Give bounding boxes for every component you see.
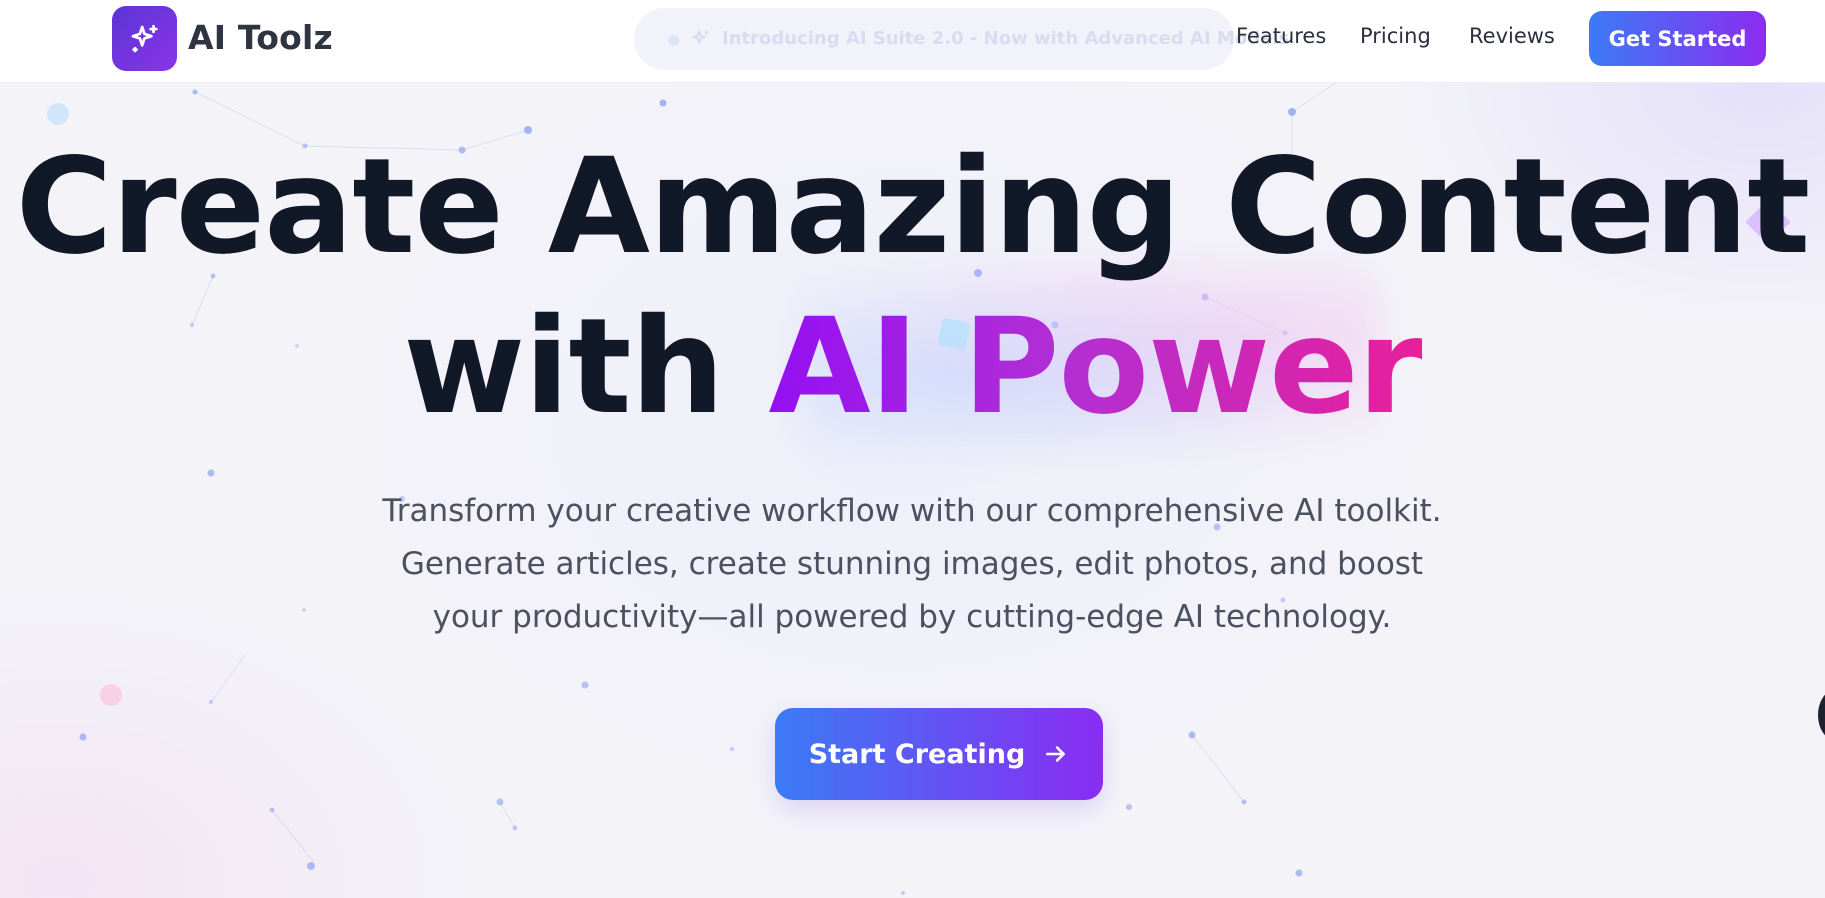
start-creating-label: Start Creating	[808, 738, 1026, 770]
floating-edge-circle	[1818, 690, 1825, 740]
nav-link-pricing[interactable]: Pricing	[1360, 24, 1431, 48]
hero-title-line2: with AI Power	[0, 292, 1825, 442]
hero-title-highlight: AI Power	[768, 290, 1422, 444]
get-started-button[interactable]: Get Started	[1589, 11, 1766, 66]
site-header: AI Toolz Introducing AI Suite 2.0 - Now …	[0, 0, 1825, 83]
arrow-right-icon	[1046, 746, 1066, 762]
nav-link-reviews[interactable]: Reviews	[1469, 24, 1555, 48]
brand-name[interactable]: AI Toolz	[188, 18, 333, 57]
sparkles-icon	[690, 28, 712, 54]
sparkles-icon	[131, 24, 158, 52]
landing-page: AI Toolz Introducing AI Suite 2.0 - Now …	[0, 0, 1825, 898]
start-creating-button[interactable]: Start Creating	[775, 708, 1103, 800]
hero-title-prefix: with	[403, 290, 769, 444]
announcement-text: Introducing AI Suite 2.0 - Now with Adva…	[722, 28, 1290, 49]
hero-title-line1: Create Amazing Content	[15, 130, 1811, 284]
nav-link-features[interactable]: Features	[1236, 24, 1326, 48]
announcement-dot	[668, 35, 679, 46]
announcement-pill[interactable]: Introducing AI Suite 2.0 - Now with Adva…	[634, 8, 1289, 70]
logo-tile[interactable]	[112, 6, 177, 71]
hero-subtitle: Transform your creative workflow with ou…	[382, 493, 1442, 635]
